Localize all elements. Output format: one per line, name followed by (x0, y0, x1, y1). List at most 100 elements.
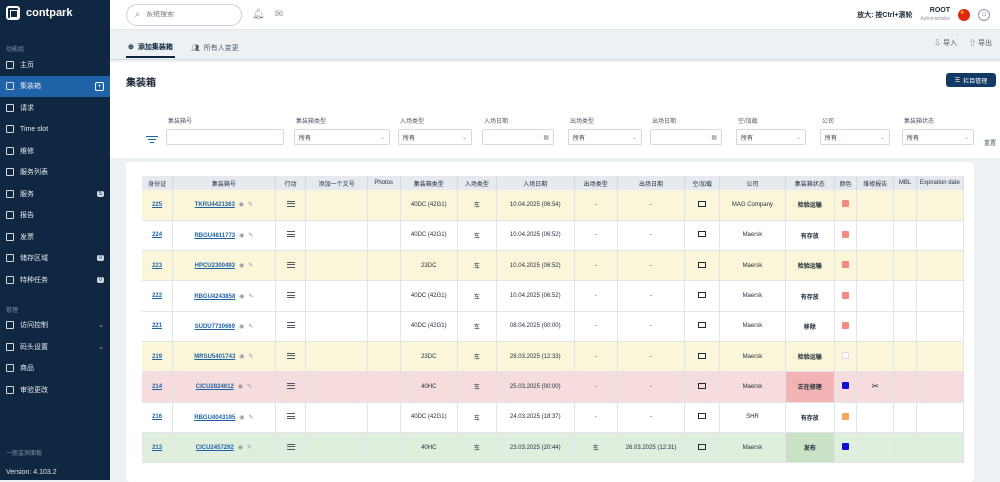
load-select[interactable]: 所有 ⌄ (736, 129, 806, 145)
user-info[interactable]: ROOT Administrator (921, 7, 950, 23)
sidebar-item[interactable]: 主页 (0, 54, 110, 76)
container-number-link[interactable]: CICU2824612 (196, 384, 234, 390)
exit-type-select[interactable]: 所有 ⌄ (568, 129, 642, 145)
actions-menu-icon[interactable] (286, 199, 295, 208)
actions-menu-icon[interactable] (286, 291, 295, 300)
actions-menu-icon[interactable] (286, 412, 295, 421)
eye-icon[interactable]: ◉ (239, 263, 244, 269)
export-button[interactable]: ⇧ 导出 (969, 38, 992, 48)
actions-menu-icon[interactable] (286, 260, 295, 269)
table-row[interactable]: 222 RBGU4243858 ◉ ✎ 40DC (42G1) 车 10.04.2025 (… (142, 280, 965, 312)
actions-menu-icon[interactable] (286, 230, 295, 239)
entry-type-select[interactable]: 所有 ⌄ (398, 129, 472, 145)
status-select[interactable]: 所有 ⌄ (902, 129, 974, 145)
sidebar-item[interactable]: 储存区域 0 (0, 248, 110, 270)
id-link[interactable]: 219 (152, 354, 162, 360)
sidebar-item[interactable]: 报告 (0, 205, 110, 227)
eye-icon[interactable]: ◉ (239, 415, 244, 421)
column-manage-button[interactable]: ☰ 栏目管理 (946, 73, 996, 87)
eye-icon[interactable]: ◉ (238, 384, 243, 390)
column-header[interactable]: 身份证 (142, 176, 174, 190)
column-header[interactable]: 颜色 (834, 176, 858, 190)
column-header[interactable]: 出场类型 (574, 176, 618, 190)
container-number-link[interactable]: RBGU4043195 (194, 415, 235, 421)
eye-icon[interactable]: ◉ (238, 445, 243, 451)
column-header[interactable]: 空/加载 (684, 176, 721, 190)
search-box[interactable]: ⌕ (126, 3, 242, 26)
actions-menu-icon[interactable] (286, 321, 295, 330)
edit-icon[interactable]: ✎ (247, 445, 252, 451)
column-header[interactable]: 集装箱类型 (400, 176, 458, 190)
id-link[interactable]: 214 (152, 384, 162, 390)
column-header[interactable]: 入场类型 (457, 176, 497, 190)
edit-icon[interactable]: ✎ (248, 233, 253, 239)
actions-menu-icon[interactable] (286, 381, 295, 390)
edit-icon[interactable]: ✎ (249, 415, 254, 421)
container-number-link[interactable]: TKRU4421363 (195, 202, 235, 208)
sidebar-item[interactable]: 发票 (0, 226, 110, 248)
mail-icon[interactable]: ✉ (275, 9, 283, 20)
sidebar-item[interactable]: 服务列表 (0, 162, 110, 184)
entry-date-input[interactable]: ▦ (482, 129, 554, 145)
column-header[interactable]: 公司 (719, 176, 786, 190)
table-row[interactable]: 223 HPCU2300493 ◉ ✎ 23DC 车 10.04.2025 (06:52) -… (142, 250, 965, 282)
company-select[interactable]: 所有 ⌄ (820, 129, 890, 145)
column-header[interactable]: 出场日期 (617, 176, 686, 190)
logout-icon[interactable]: ⏻ (978, 8, 990, 21)
filter-icon[interactable] (146, 134, 158, 144)
container-number-link[interactable]: RBGU4243858 (194, 294, 235, 300)
edit-icon[interactable]: ✎ (249, 354, 254, 360)
container-number-link[interactable]: SUDU7730669 (195, 324, 235, 330)
sidebar-item[interactable]: 特种任务 0 (0, 269, 110, 291)
eye-icon[interactable]: ◉ (239, 202, 244, 208)
id-link[interactable]: 224 (152, 232, 162, 238)
column-header[interactable]: Expiration date (916, 176, 965, 190)
reset-filters-button[interactable]: 重置 (984, 138, 996, 147)
sidebar-item[interactable]: 维修 (0, 140, 110, 162)
actions-menu-icon[interactable] (286, 351, 295, 360)
edit-icon[interactable]: ✎ (247, 384, 252, 390)
table-row[interactable]: 225 TKRU4421363 ◉ ✎ 40DC (42G1) 车 10.04.2025 (… (142, 190, 965, 221)
sidebar-item[interactable]: 访问控制 ⌄ (0, 315, 110, 337)
table-row[interactable]: 221 SUDU7730669 ◉ ✎ 40DC (42G1) 车 08.04.2025 (… (142, 311, 965, 342)
edit-icon[interactable]: ✎ (249, 294, 254, 300)
column-header[interactable]: 集装箱状态 (785, 176, 835, 190)
table-row[interactable]: 219 MRSU5401743 ◉ ✎ 23DC 车 28.03.2025 (12:33) -… (142, 341, 965, 373)
search-input[interactable] (146, 11, 227, 18)
eye-icon[interactable]: ◉ (239, 354, 244, 360)
sidebar-item[interactable]: 请求 (0, 97, 110, 119)
table-row[interactable]: 213 CICU2457292 ◉ ✎ 40HC 车 23.03.2025 (20:44) 车… (142, 432, 965, 464)
id-link[interactable]: 223 (152, 263, 162, 269)
column-header[interactable]: MBL (893, 176, 917, 190)
monitor-panel-link[interactable]: 一般监测面板 (6, 448, 57, 457)
container-number-link[interactable]: CICU2457292 (196, 445, 234, 451)
column-header[interactable]: 行动 (275, 176, 307, 190)
tab-owner-change[interactable]: 👥︎ 所有人变更 (189, 38, 241, 58)
sidebar-item[interactable]: 码头设置 ⌄ (0, 336, 110, 358)
exit-date-input[interactable]: ▦ (650, 129, 722, 145)
column-header[interactable]: 维修报告 (856, 176, 895, 190)
id-link[interactable]: 225 (152, 202, 162, 208)
language-flag-icon[interactable] (958, 8, 970, 21)
id-link[interactable]: 213 (152, 445, 162, 451)
container-number-input[interactable] (166, 129, 284, 145)
sidebar-item[interactable]: 服务 S (0, 183, 110, 205)
sidebar-item[interactable]: 商品 (0, 358, 110, 380)
container-type-select[interactable]: 所有 ⌄ (294, 129, 390, 145)
container-number-link[interactable]: HPCU2300493 (195, 263, 235, 269)
sidebar-item[interactable]: 审验更改 (0, 379, 110, 401)
bell-icon[interactable]: 🔔︎ (252, 9, 265, 20)
edit-icon[interactable]: ✎ (248, 202, 253, 208)
logo[interactable]: contpark (0, 0, 110, 26)
add-icon[interactable]: + (95, 81, 104, 91)
id-link[interactable]: 221 (152, 323, 162, 329)
container-number-link[interactable]: RBGU4811773 (194, 233, 235, 239)
sidebar-item[interactable]: Time slot (0, 119, 110, 141)
eye-icon[interactable]: ◉ (239, 324, 244, 330)
import-button[interactable]: ⇩ 导入 (934, 38, 957, 48)
edit-icon[interactable]: ✎ (248, 324, 253, 330)
actions-menu-icon[interactable] (286, 442, 295, 451)
table-row[interactable]: 216 RBGU4043195 ◉ ✎ 40DC (42G1) 车 24.03.2025 (… (142, 402, 965, 433)
repair-tools-icon[interactable]: ✂ (872, 381, 880, 391)
sidebar-item[interactable]: 集装箱 + (0, 75, 110, 97)
